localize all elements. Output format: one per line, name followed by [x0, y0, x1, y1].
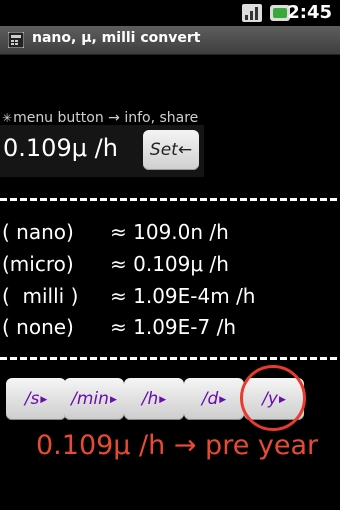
- play-arrow-icon: ▶: [219, 395, 227, 405]
- result-value: ≈ 1.09E-4m /h: [110, 284, 256, 308]
- result-row-none: ( none) ≈ 1.09E-7 /h: [0, 315, 340, 345]
- signal-icon: [242, 4, 262, 22]
- set-button[interactable]: Set←: [143, 130, 199, 170]
- per-second-label: /s: [24, 389, 40, 409]
- divider-top: [0, 198, 340, 201]
- result-unit: ( nano): [2, 220, 74, 244]
- per-hour-button[interactable]: /h▶: [124, 378, 184, 420]
- result-value: ≈ 1.09E-7 /h: [110, 315, 236, 339]
- play-arrow-icon: ▶: [40, 395, 48, 405]
- highlight-circle: [240, 365, 306, 431]
- per-day-label: /d: [201, 389, 219, 409]
- result-row-milli: ( milli ) ≈ 1.09E-4m /h: [0, 284, 340, 314]
- result-unit: (micro): [2, 252, 74, 276]
- status-bar: 2:45: [0, 0, 340, 26]
- menu-hint-text: menu button → info, share: [13, 110, 199, 126]
- result-row-nano: ( nano) ≈ 109.0n /h: [0, 220, 340, 250]
- play-arrow-icon: ▶: [109, 395, 117, 405]
- menu-hint: ✳menu button → info, share: [2, 110, 198, 126]
- result-unit: ( none): [2, 315, 74, 339]
- play-arrow-icon: ▶: [159, 395, 167, 405]
- per-minute-label: /min: [71, 389, 109, 409]
- app-icon: [8, 32, 24, 48]
- app-title: nano, μ, milli convert: [32, 30, 201, 46]
- result-value: ≈ 0.109μ /h: [110, 252, 229, 276]
- title-bar: nano, μ, milli convert: [0, 26, 340, 55]
- status-time: 2:45: [287, 2, 332, 23]
- value-text: 0.109μ /h: [3, 134, 118, 162]
- per-minute-button[interactable]: /min▶: [64, 378, 124, 420]
- per-second-button[interactable]: /s▶: [6, 378, 66, 420]
- per-day-button[interactable]: /d▶: [184, 378, 244, 420]
- result-row-micro: (micro) ≈ 0.109μ /h: [0, 252, 340, 282]
- result-value: ≈ 109.0n /h: [110, 220, 229, 244]
- divider-bottom: [0, 357, 340, 360]
- gear-icon: ✳: [2, 111, 13, 125]
- per-hour-label: /h: [141, 389, 159, 409]
- annotation-text: 0.109μ /h → pre year: [36, 430, 319, 461]
- result-unit: ( milli ): [2, 284, 79, 308]
